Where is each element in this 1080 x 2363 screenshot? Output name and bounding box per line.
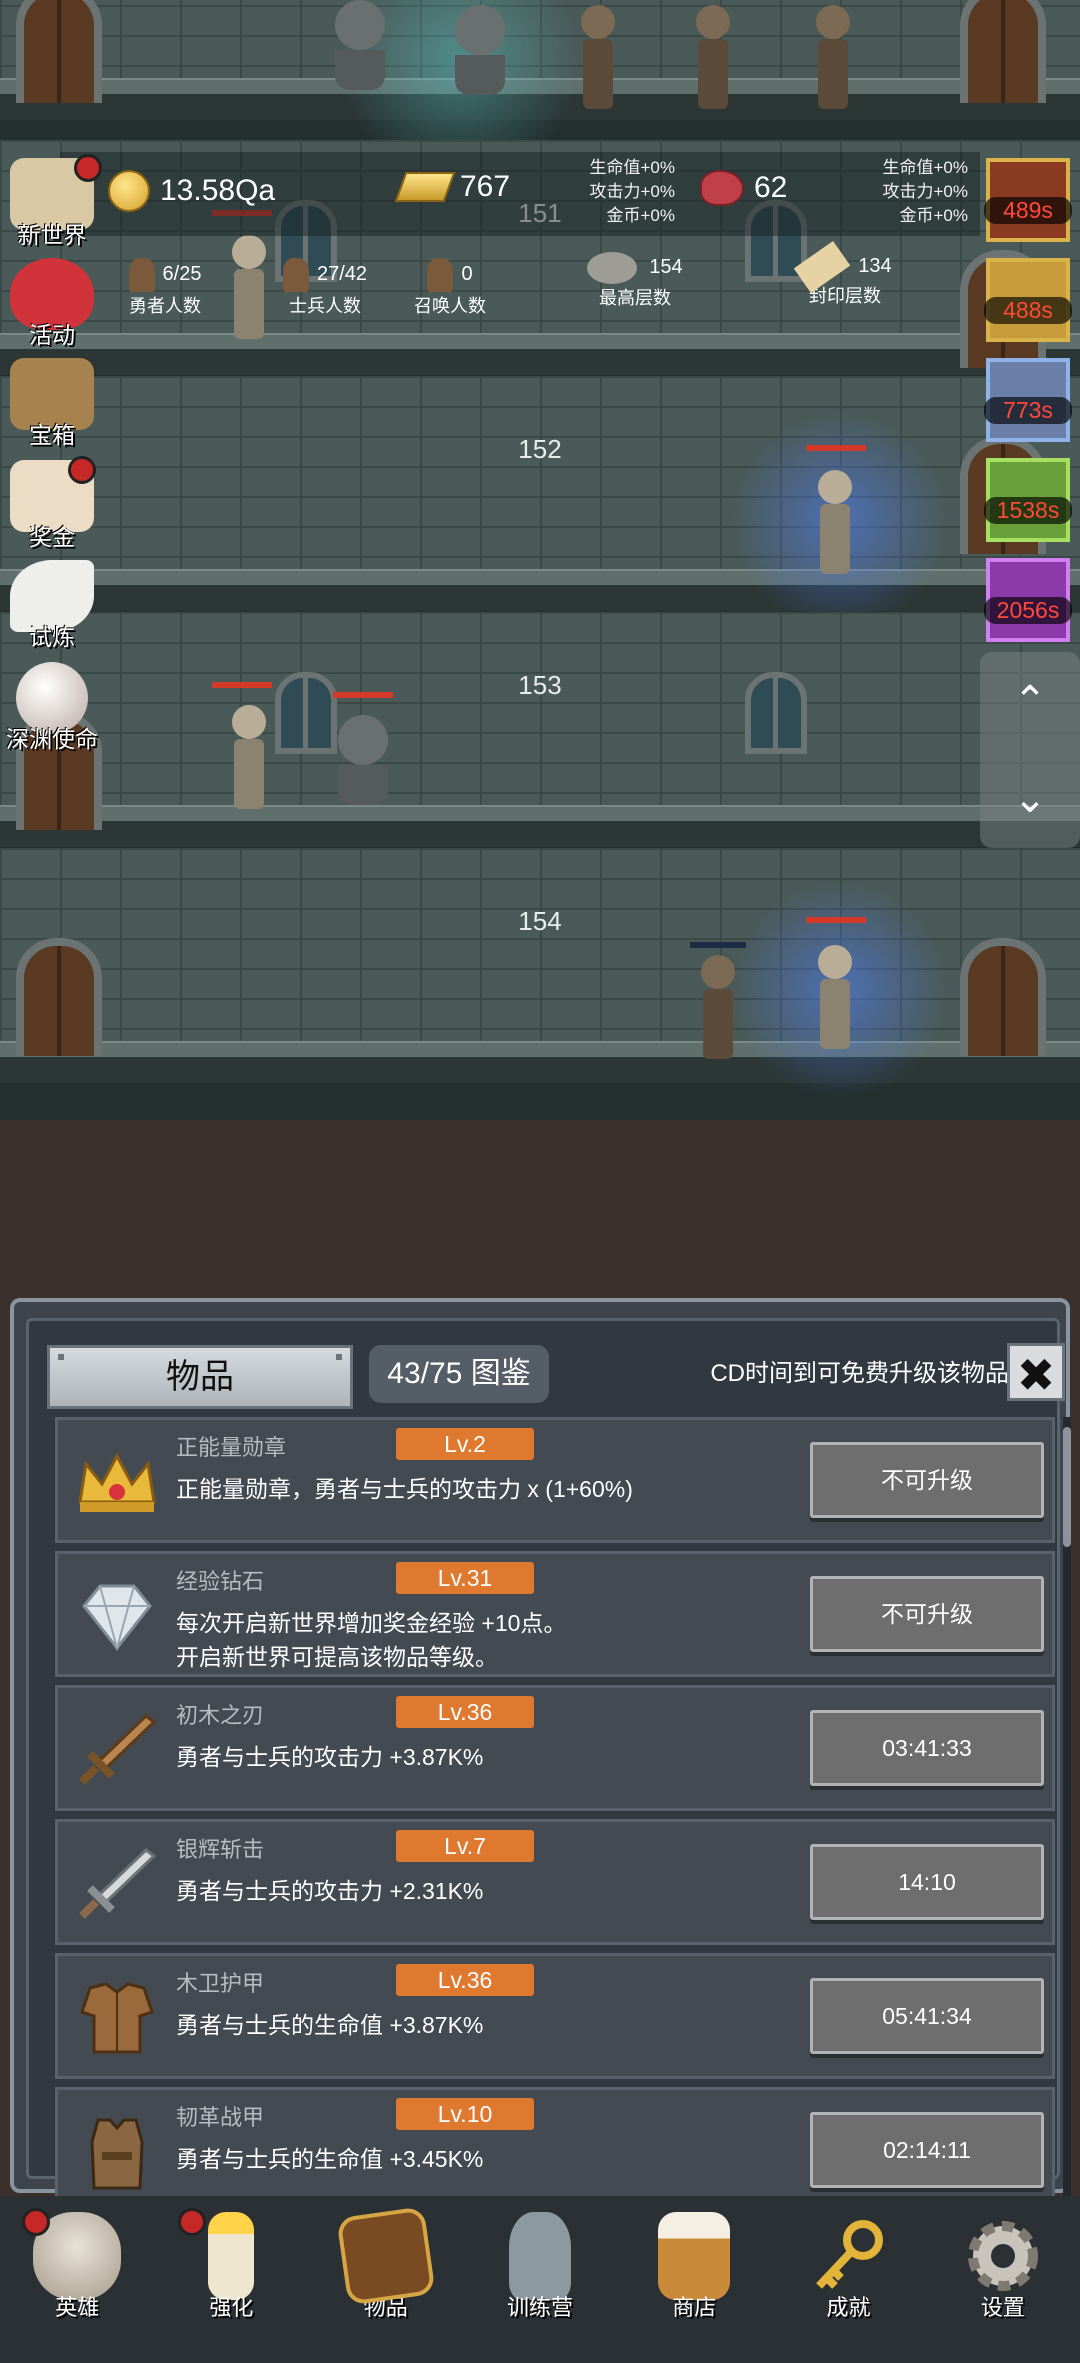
- skeleton-mage: [812, 945, 858, 1055]
- new-world-button[interactable]: 新世界: [4, 154, 102, 250]
- scroll-up-icon[interactable]: ⌃: [980, 652, 1080, 750]
- level-badge: Lv.36: [396, 1696, 534, 1728]
- zombie-monster: [690, 5, 736, 115]
- event-button[interactable]: 活动: [4, 258, 100, 350]
- sealed-floor: 134 封印层数: [780, 240, 910, 308]
- treasure-chest-button[interactable]: 宝箱: [4, 358, 100, 450]
- rock-icon: [587, 252, 638, 284]
- meat-counter: 62: [700, 170, 787, 206]
- upgrade-timer-button[interactable]: 05:41:34: [810, 1978, 1044, 2054]
- leather-armor-icon: [72, 2112, 162, 2192]
- list-item: 初木之刃 Lv.36 勇者与士兵的攻击力 +3.87K% 03:41:33: [55, 1685, 1055, 1811]
- item-list: 正能量勋章 Lv.2 正能量勋章，勇者与士兵的攻击力 x (1+60%) 不可升…: [55, 1417, 1055, 2207]
- scroll-down-icon[interactable]: ⌄: [980, 750, 1080, 848]
- tab-items[interactable]: 物品: [47, 1345, 353, 1409]
- timer-box[interactable]: 2056s: [984, 558, 1072, 642]
- notification-dot: [22, 2208, 50, 2236]
- floor-scroll-control: ⌃ ⌄: [980, 652, 1080, 848]
- nav-items[interactable]: 物品: [309, 2196, 463, 2363]
- timer-box[interactable]: 773s: [984, 358, 1072, 442]
- upgrade-timer-button[interactable]: 14:10: [810, 1844, 1044, 1920]
- beer-mug-icon: [658, 2212, 731, 2300]
- candle-icon: [208, 2212, 255, 2300]
- timer-box[interactable]: 488s: [984, 258, 1072, 342]
- hero-count: 6/25 勇者人数: [100, 258, 230, 318]
- list-item: 银辉斩击 Lv.7 勇者与士兵的攻击力 +2.31K% 14:10: [55, 1819, 1055, 1945]
- timer-box[interactable]: 1538s: [984, 458, 1072, 542]
- gold-bar-icon: [394, 172, 456, 202]
- book-icon: [336, 2206, 436, 2306]
- nav-upgrade[interactable]: 强化: [154, 2196, 308, 2363]
- zombie-monster: [810, 5, 856, 115]
- key-icon: [805, 2212, 893, 2300]
- nav-settings[interactable]: 设置: [926, 2196, 1080, 2363]
- lantern-icon: [508, 2212, 571, 2300]
- level-badge: Lv.31: [396, 1562, 534, 1594]
- diamond-icon: [72, 1576, 162, 1656]
- zombie-monster: [575, 5, 621, 115]
- highest-floor: 154 最高层数: [570, 252, 700, 310]
- gold-counter: 13.58Qa: [108, 170, 275, 212]
- list-item: 正能量勋章 Lv.2 正能量勋章，勇者与士兵的攻击力 x (1+60%) 不可升…: [55, 1417, 1055, 1543]
- collection-count[interactable]: 43/75 图鉴: [369, 1345, 549, 1403]
- nav-shop[interactable]: 商店: [617, 2196, 771, 2363]
- notification-dot: [74, 154, 102, 182]
- level-badge: Lv.7: [396, 1830, 534, 1862]
- items-panel-inner: 物品 43/75 图鉴 CD时间到可免费升级该物品 ✖ 正能量勋章 Lv.2 正…: [26, 1318, 1071, 2207]
- abyss-mission-button[interactable]: 深渊使命: [4, 662, 100, 754]
- nav-achievements[interactable]: 成就: [771, 2196, 925, 2363]
- meat-icon: [700, 170, 744, 206]
- hero-icon: [128, 258, 155, 292]
- bonus-stats-right: 生命值+0% 攻击力+0% 金币+0%: [882, 158, 969, 225]
- floor-153: [0, 612, 1080, 847]
- floor-number: 153: [518, 670, 562, 700]
- gear-icon: [959, 2212, 1047, 2300]
- bottom-nav: 英雄 强化 物品 训练营 商店 成就 设置: [0, 2196, 1080, 2363]
- crown-icon: [72, 1442, 162, 1522]
- timer-box[interactable]: 489s: [984, 158, 1072, 242]
- bonus-stats-left: 生命值+0% 攻击力+0% 金币+0%: [589, 158, 676, 225]
- gold-coin-icon: [108, 170, 150, 212]
- list-item: 经验钻石 Lv.31 每次开启新世界增加奖金经验 +10点。 开启新世界可提高该物…: [55, 1551, 1055, 1677]
- level-badge: Lv.36: [396, 1964, 534, 1996]
- close-icon[interactable]: ✖: [1007, 1343, 1065, 1401]
- silver-sword-icon: [72, 1844, 162, 1924]
- soldier-icon: [282, 258, 309, 292]
- nav-training-camp[interactable]: 训练营: [463, 2196, 617, 2363]
- nav-heroes[interactable]: 英雄: [0, 2196, 154, 2363]
- ghost-monster: [335, 0, 385, 110]
- zombie-monster: [695, 955, 741, 1065]
- wooden-sword-icon: [72, 1710, 162, 1790]
- notification-dot: [68, 456, 96, 484]
- skeleton-mage: [812, 470, 858, 580]
- upgrade-timer-button[interactable]: 02:14:11: [810, 2112, 1044, 2188]
- summon-count: 0 召唤人数: [400, 258, 500, 318]
- soldier-count: 27/42 士兵人数: [255, 258, 395, 318]
- cd-hint: CD时间到可免费升级该物品: [710, 1360, 1009, 1387]
- level-badge: Lv.10: [396, 2098, 534, 2130]
- upgrade-button[interactable]: 不可升级: [810, 1442, 1044, 1518]
- list-item: 木卫护甲 Lv.36 勇者与士兵的生命值 +3.87K% 05:41:34: [55, 1953, 1055, 2079]
- notification-dot: [178, 2208, 207, 2236]
- gold-bar-counter: 767: [394, 170, 510, 204]
- skeleton-archer: [226, 705, 272, 815]
- upgrade-timer-button[interactable]: 03:41:33: [810, 1710, 1044, 1786]
- ghost-monster: [455, 5, 505, 115]
- bonus-button[interactable]: 奖金: [4, 456, 100, 552]
- items-panel: 物品 43/75 图鉴 CD时间到可免费升级该物品 ✖ 正能量勋章 Lv.2 正…: [10, 1298, 1071, 2207]
- level-badge: Lv.2: [396, 1428, 534, 1460]
- trial-button[interactable]: 试炼: [4, 560, 100, 652]
- list-item: 韧革战甲 Lv.10 勇者与士兵的生命值 +3.45K% 02:14:11: [55, 2087, 1055, 2207]
- list-scrollbar[interactable]: [1063, 1417, 1071, 2197]
- summon-icon: [427, 258, 454, 292]
- wood-armor-icon: [72, 1978, 162, 2058]
- ghost-monster: [338, 715, 388, 825]
- upgrade-button[interactable]: 不可升级: [810, 1576, 1044, 1652]
